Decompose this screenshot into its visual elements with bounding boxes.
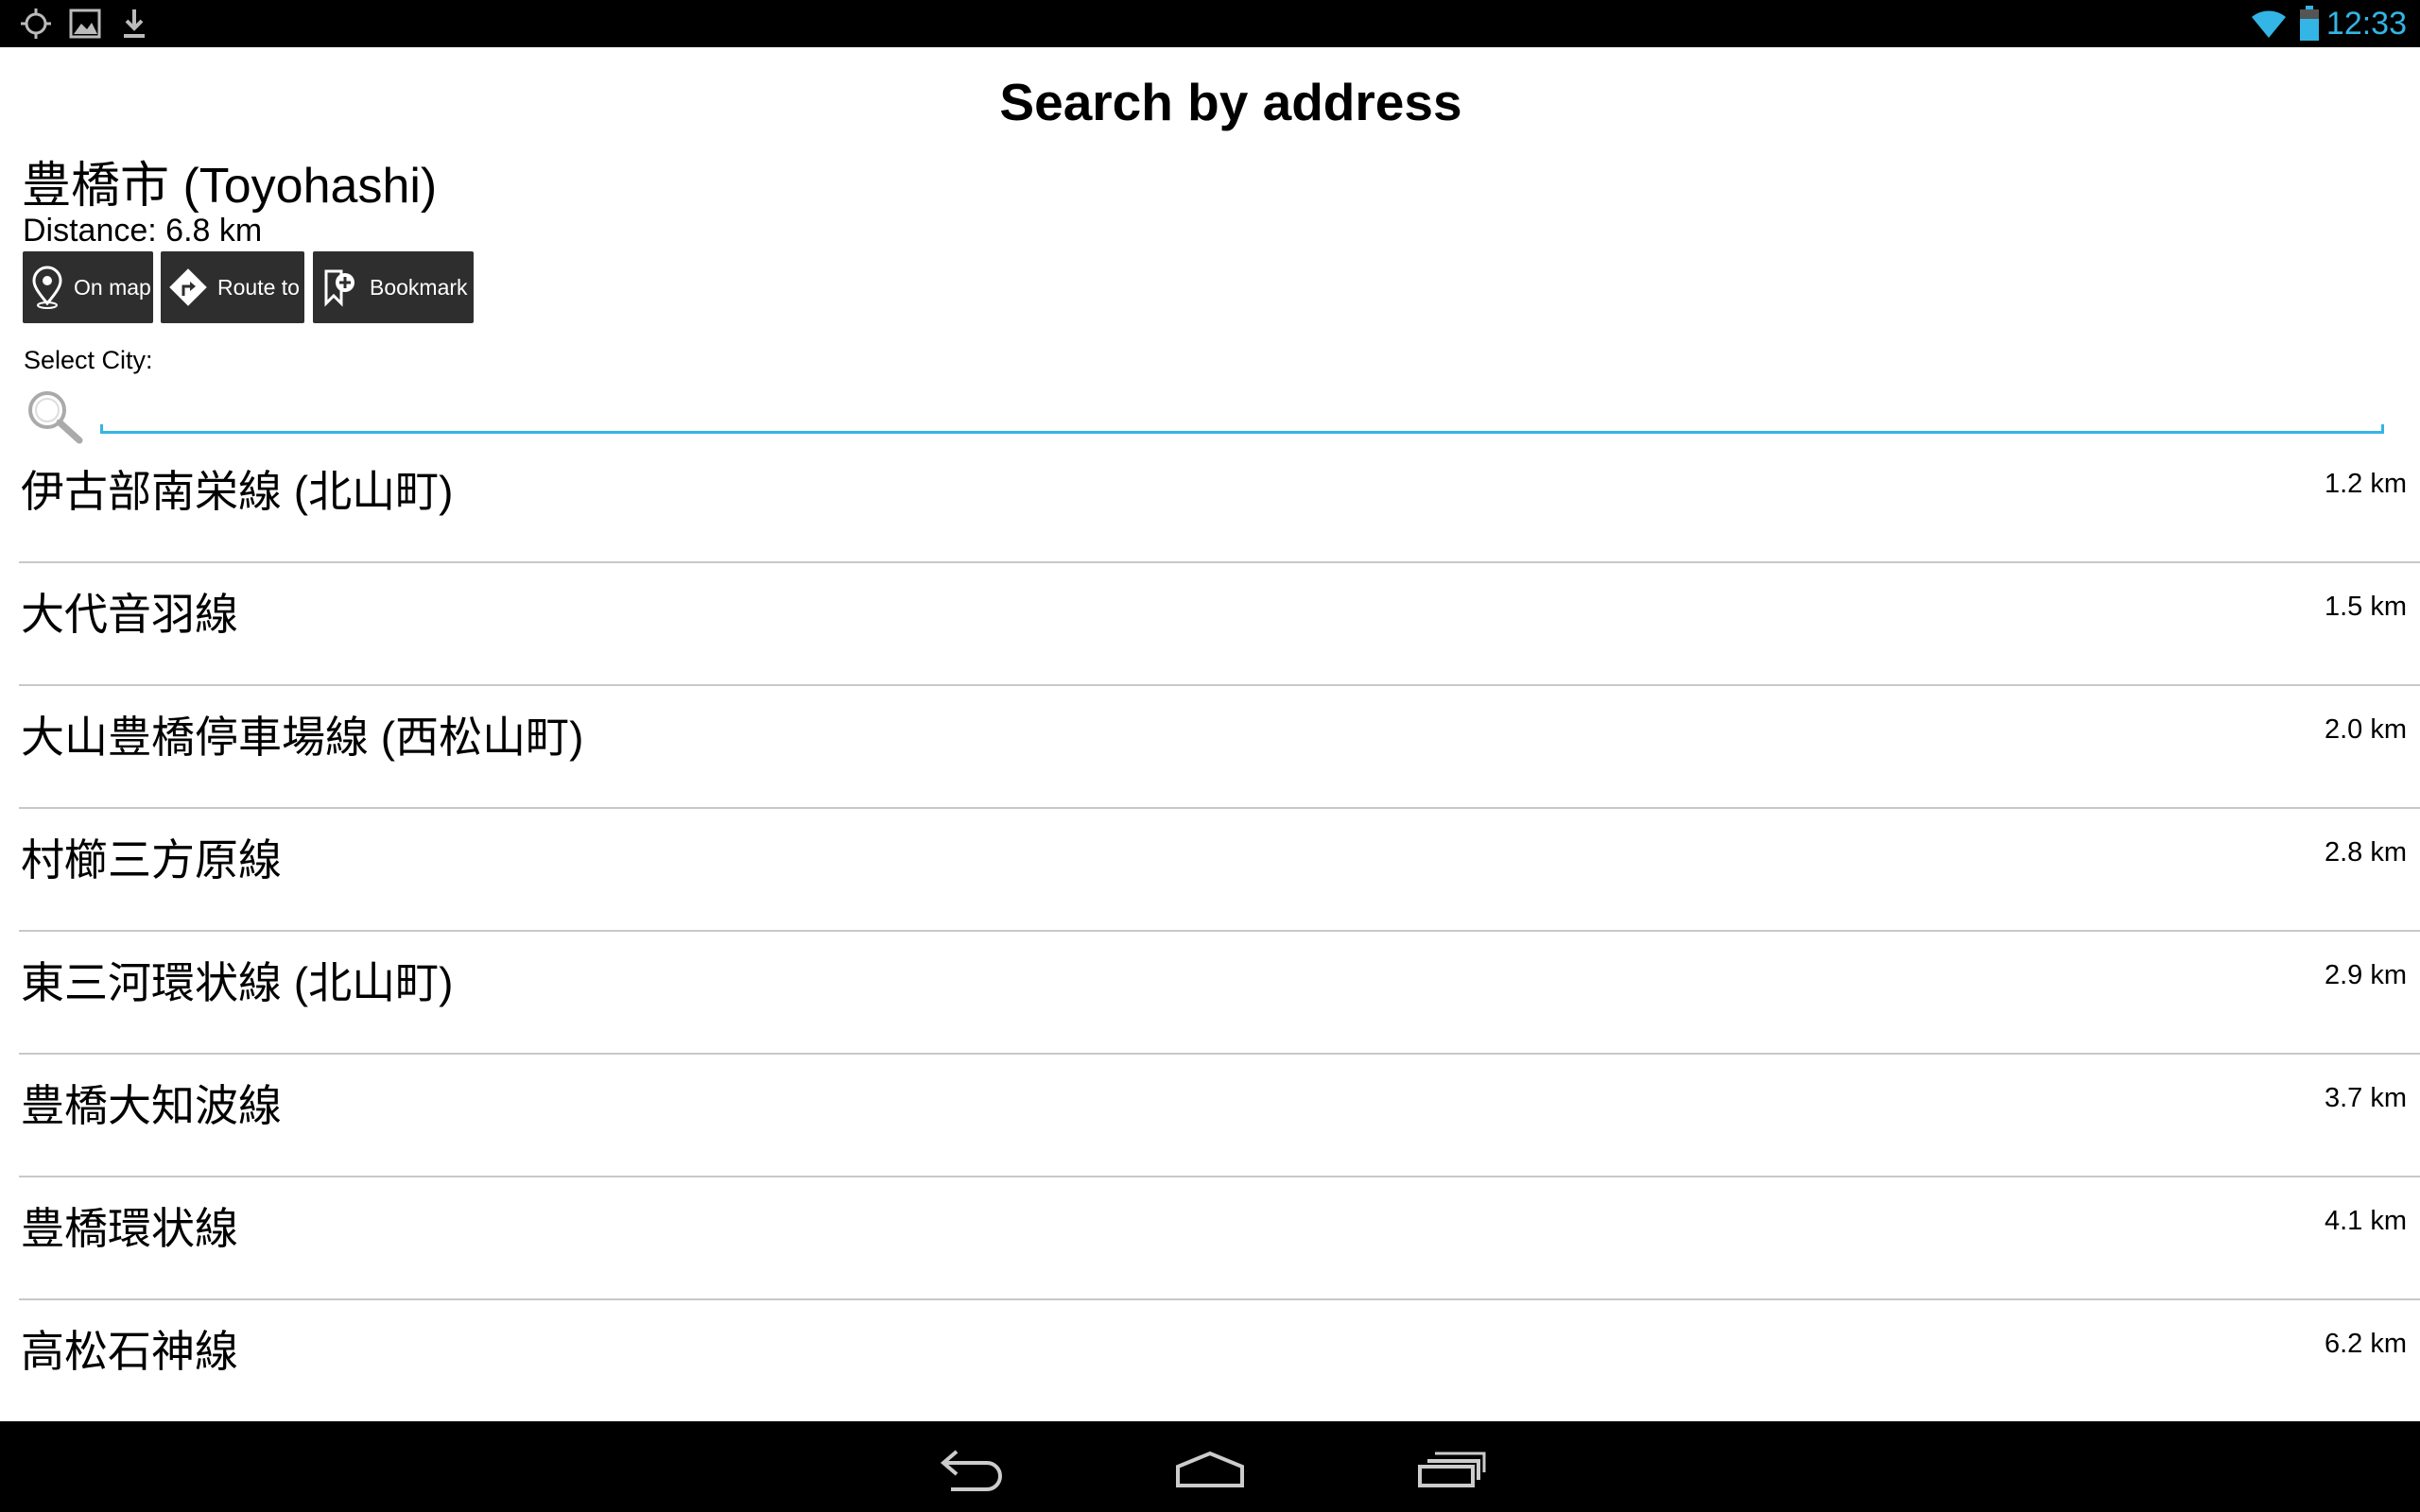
navigation-bar bbox=[0, 1421, 2420, 1512]
bookmark-button[interactable]: Bookmark bbox=[313, 251, 474, 323]
route-to-button[interactable]: Route to bbox=[161, 251, 304, 323]
search-underline bbox=[100, 424, 2384, 434]
bookmark-add-icon bbox=[324, 269, 354, 307]
list-item[interactable]: 大山豊橋停車場線 (西松山町) 2.0 km bbox=[0, 686, 2420, 809]
bookmark-label: Bookmark bbox=[370, 274, 468, 300]
clock: 12:33 bbox=[2325, 6, 2407, 42]
list-item[interactable]: 大代音羽線 1.5 km bbox=[0, 563, 2420, 686]
on-map-label: On map bbox=[74, 274, 151, 300]
image-icon bbox=[69, 9, 101, 39]
list-item[interactable]: 高松石神線 6.2 km bbox=[0, 1300, 2420, 1423]
route-icon bbox=[169, 268, 207, 306]
select-city-label: Select City: bbox=[24, 346, 153, 374]
city-search-input[interactable] bbox=[104, 387, 2377, 431]
list-item[interactable]: 豊橋環状線 4.1 km bbox=[0, 1177, 2420, 1300]
street-distance: 6.2 km bbox=[2324, 1329, 2407, 1359]
street-name: 村櫛三方原線 bbox=[21, 835, 282, 885]
street-name: 大山豊橋停車場線 (西松山町) bbox=[21, 713, 584, 762]
street-name: 大代音羽線 bbox=[21, 590, 238, 639]
list-item[interactable]: 村櫛三方原線 2.8 km bbox=[0, 809, 2420, 932]
street-name: 豊橋大知波線 bbox=[21, 1081, 282, 1130]
list-item[interactable]: 東三河環状線 (北山町) 2.9 km bbox=[0, 932, 2420, 1055]
back-icon[interactable] bbox=[932, 1442, 1008, 1493]
gps-icon bbox=[21, 9, 51, 39]
street-name: 豊橋環状線 bbox=[21, 1204, 238, 1253]
wifi-icon bbox=[2252, 10, 2286, 38]
city-name: 豊橋市 (Toyohashi) bbox=[22, 159, 438, 214]
street-distance: 4.1 km bbox=[2324, 1206, 2407, 1236]
recent-apps-icon[interactable] bbox=[1412, 1442, 1488, 1493]
list-item[interactable]: 伊古部南栄線 (北山町) 1.2 km bbox=[0, 440, 2420, 563]
search-icon bbox=[28, 391, 83, 444]
map-pin-icon bbox=[32, 266, 62, 309]
street-name: 高松石神線 bbox=[21, 1327, 238, 1376]
street-distance: 1.2 km bbox=[2324, 469, 2407, 499]
street-name: 東三河環状線 (北山町) bbox=[21, 958, 454, 1007]
city-distance: Distance: 6.8 km bbox=[23, 213, 263, 249]
download-icon bbox=[124, 9, 145, 38]
street-distance: 2.0 km bbox=[2324, 714, 2407, 745]
home-icon[interactable] bbox=[1172, 1442, 1248, 1493]
street-distance: 2.8 km bbox=[2324, 837, 2407, 868]
page-title: Search by address bbox=[999, 73, 1462, 131]
street-name: 伊古部南栄線 (北山町) bbox=[21, 467, 454, 516]
street-distance: 1.5 km bbox=[2324, 592, 2407, 622]
street-distance: 2.9 km bbox=[2324, 960, 2407, 990]
status-bar: 12:33 bbox=[0, 0, 2420, 47]
route-to-label: Route to bbox=[217, 274, 300, 300]
on-map-button[interactable]: On map bbox=[23, 251, 153, 323]
battery-icon bbox=[2300, 6, 2319, 41]
street-list: 伊古部南栄線 (北山町) 1.2 km 大代音羽線 1.5 km 大山豊橋停車場… bbox=[0, 440, 2420, 1423]
list-item[interactable]: 豊橋大知波線 3.7 km bbox=[0, 1055, 2420, 1177]
street-distance: 3.7 km bbox=[2324, 1083, 2407, 1113]
